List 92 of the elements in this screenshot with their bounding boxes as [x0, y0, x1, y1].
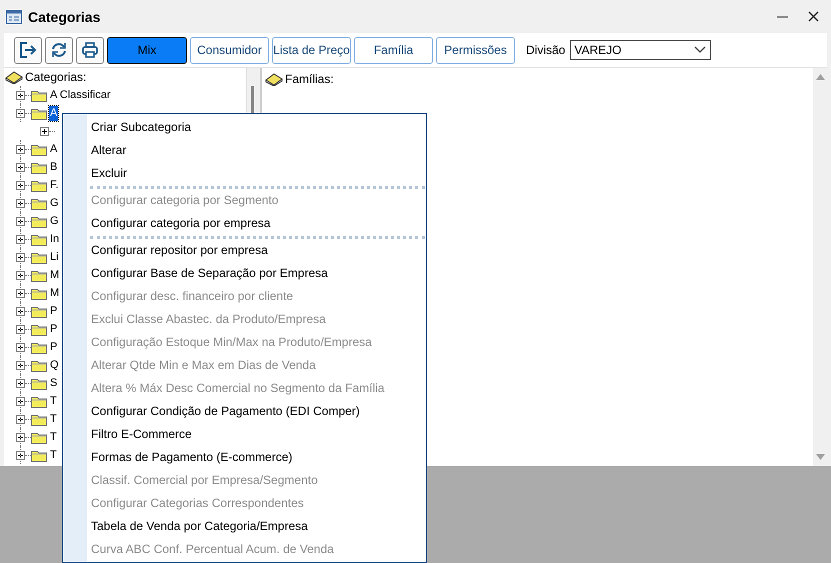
expand-icon[interactable] [16, 180, 25, 190]
menu-item[interactable]: Excluir [87, 162, 426, 185]
expand-icon[interactable] [16, 342, 25, 352]
expand-icon[interactable] [16, 216, 25, 226]
folder-icon [31, 160, 47, 174]
expand-icon[interactable] [16, 90, 25, 100]
folder-icon [31, 286, 47, 300]
app-icon [6, 10, 22, 24]
tree-item[interactable]: B [49, 160, 58, 174]
folder-icon [31, 304, 47, 318]
tree-item[interactable]: F. [49, 178, 60, 192]
tab-button[interactable]: Consumidor [190, 36, 269, 64]
printer-icon [81, 41, 99, 59]
menu-item[interactable]: Formas de Pagamento (E-commerce) [87, 446, 426, 469]
window-title: Categorias [28, 8, 102, 24]
expand-icon[interactable] [16, 378, 25, 388]
tree-item[interactable]: A [49, 106, 58, 120]
tree-item[interactable]: T [49, 394, 58, 408]
folder-icon [31, 448, 47, 462]
expand-icon[interactable] [16, 270, 25, 280]
division-label: Divisão [526, 43, 566, 57]
expand-icon[interactable] [16, 396, 25, 406]
tree-item[interactable]: P [49, 322, 58, 336]
expand-icon[interactable] [16, 234, 25, 244]
exit-icon [19, 41, 37, 59]
expand-icon[interactable] [16, 450, 25, 460]
tab-button[interactable]: Permissões [436, 36, 515, 64]
tree-item[interactable]: A [49, 142, 58, 156]
folder-icon [31, 430, 47, 444]
tree-item[interactable]: A Classificar [49, 88, 112, 102]
expand-icon[interactable] [16, 198, 25, 208]
tree-item[interactable]: G [49, 214, 60, 228]
tree-item[interactable]: M [49, 268, 60, 282]
folder-icon [31, 106, 47, 120]
tab-button[interactable]: Mix [107, 36, 187, 64]
folder-icon [31, 412, 47, 426]
expand-icon[interactable] [40, 126, 49, 136]
expand-icon[interactable] [16, 288, 25, 298]
print-button[interactable] [76, 36, 104, 64]
exit-button[interactable] [14, 36, 42, 64]
menu-item[interactable]: Configurar Condição de Pagamento (EDI Comper) [87, 400, 426, 423]
pane-title: Famílias: [285, 72, 334, 86]
expand-icon[interactable] [16, 432, 25, 442]
refresh-icon [50, 41, 68, 59]
folder-icon [31, 214, 47, 228]
tab-button[interactable]: Lista de Preço [272, 36, 351, 64]
tree-title: Categorias: [25, 70, 86, 84]
collapse-icon[interactable] [16, 108, 25, 118]
expand-icon[interactable] [16, 162, 25, 172]
book-icon [265, 72, 283, 86]
tree-item[interactable]: In [49, 232, 60, 246]
tree-item[interactable]: Q [49, 358, 60, 372]
menu-item[interactable]: Alterar [87, 139, 426, 162]
folder-icon [31, 250, 47, 264]
expand-icon[interactable] [16, 360, 25, 370]
division-dropdown[interactable]: VAREJO [570, 40, 712, 60]
chevron-down-icon [694, 46, 706, 54]
folder-icon [31, 322, 47, 336]
expand-icon[interactable] [16, 324, 25, 334]
menu-item[interactable]: Criar Subcategoria [87, 116, 426, 139]
menu-item[interactable]: Configurar categoria por empresa [87, 212, 426, 235]
folder-icon [31, 340, 47, 354]
menu-item[interactable]: Configurar Base de Separação por Empresa [87, 262, 426, 285]
tree-item[interactable]: M [49, 286, 60, 300]
tree-item[interactable]: G [49, 196, 60, 210]
tree-item[interactable]: T [49, 412, 58, 426]
tab-button[interactable]: Família [354, 36, 433, 64]
folder-icon [31, 88, 47, 102]
folder-icon [31, 142, 47, 156]
expand-icon[interactable] [16, 144, 25, 154]
menu-item[interactable]: Tabela de Venda por Categoria/Empresa [87, 515, 426, 538]
book-icon [5, 70, 23, 84]
folder-icon [31, 358, 47, 372]
tree-item[interactable]: T [49, 448, 58, 462]
folder-icon [31, 268, 47, 282]
tree-item[interactable]: T [49, 430, 58, 444]
close-icon[interactable] [808, 11, 819, 22]
folder-icon [31, 232, 47, 246]
expand-icon[interactable] [16, 306, 25, 316]
menu-item[interactable]: Filtro E-Commerce [87, 423, 426, 446]
tree-item[interactable]: P [49, 340, 58, 354]
menu-item[interactable]: Configurar repositor por empresa [87, 239, 426, 262]
tree-item[interactable]: S [49, 376, 58, 390]
folder-icon [31, 196, 47, 210]
refresh-button[interactable] [45, 36, 73, 64]
folder-icon [31, 178, 47, 192]
tree-item[interactable]: P [49, 304, 58, 318]
folder-icon [31, 394, 47, 408]
expand-icon[interactable] [16, 252, 25, 262]
folder-icon [31, 376, 47, 390]
expand-icon[interactable] [16, 414, 25, 424]
tree-item[interactable]: Li [49, 250, 60, 264]
